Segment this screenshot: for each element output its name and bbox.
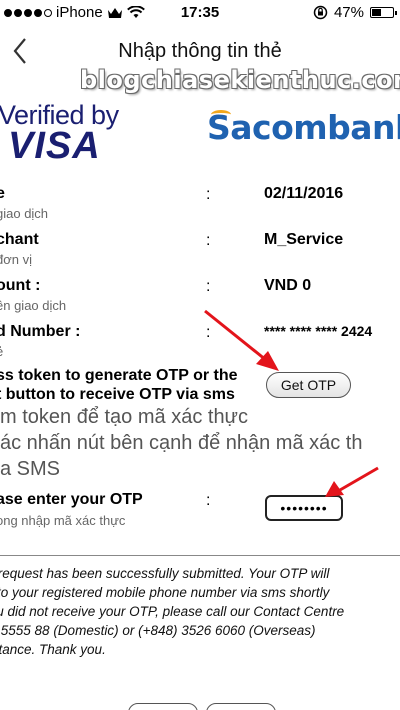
rotation-lock-icon: [313, 5, 328, 20]
status-right: 47%: [313, 4, 397, 21]
row-merchant-label: chant: [0, 231, 39, 248]
otp-prompt-vi-line1: m token để tạo mã xác thực: [0, 406, 248, 428]
message-line3: you did not receive your OTP, please cal…: [0, 604, 345, 619]
status-bar: iPhone 17:35 47%: [0, 0, 400, 26]
otp-prompt-vietnamese: m token để tạo mã xác thực ác nhấn nút b…: [0, 404, 363, 482]
message-line5: sistance. Thank you.: [0, 642, 106, 657]
otp-prompt-line2: t button to receive OTP via sms: [0, 386, 235, 403]
row-merchant-value: M_Service: [264, 231, 344, 248]
row-date-sublabel: giao dịch: [0, 206, 49, 221]
sacombank-logo: Sacombank: [207, 108, 400, 147]
otp-prompt-vi-line2: ác nhấn nút bên cạnh để nhận mã xác th: [0, 432, 363, 454]
battery-icon: [370, 7, 397, 18]
row-card-number-sublabel: ẻ: [0, 344, 3, 359]
row-amount-sublabel: ền giao dịch: [0, 298, 67, 313]
page-title: Nhập thông tin thẻ: [118, 40, 282, 62]
row-merchant-sublabel: đơn vị: [0, 252, 32, 267]
row-card-number-value: **** **** **** 2424: [264, 323, 373, 339]
divider: [0, 555, 400, 556]
row-card-number-label: d Number :: [0, 323, 81, 340]
battery-percent: 47%: [333, 4, 364, 21]
row-date-value: 02/11/2016: [264, 185, 344, 202]
message-line2: nt to your registered mobile phone numbe…: [0, 585, 330, 600]
row-amount-colon: :: [206, 278, 211, 295]
row-date-label: e: [0, 185, 5, 202]
row-date-colon: :: [206, 186, 211, 203]
otp-prompt-line1: ss token to generate OTP or the: [0, 367, 238, 384]
message-line1: ur request has been successfully submitt…: [0, 566, 330, 581]
arrow-to-get-otp-icon: [204, 309, 279, 371]
bottom-right-button[interactable]: [206, 703, 276, 710]
watermark: blogchiasekienthuc.com: [80, 66, 400, 94]
row-merchant-colon: :: [206, 232, 211, 249]
otp-prompt-vi-line3: a SMS: [0, 458, 61, 480]
row-card-number-colon: :: [206, 324, 211, 341]
otp-sent-message: ur request has been successfully submitt…: [0, 564, 400, 659]
enter-otp-colon: :: [206, 492, 211, 509]
message-line4: 00 5555 88 (Domestic) or (+848) 3526 606…: [0, 623, 316, 638]
row-amount-value: VND 0: [264, 277, 312, 294]
get-otp-button[interactable]: Get OTP: [266, 372, 351, 398]
verified-by-visa-logo: Verified by VISA: [0, 100, 119, 167]
otp-input[interactable]: ••••••••: [265, 495, 343, 521]
enter-otp-label: ase enter your OTP: [0, 491, 143, 508]
row-amount-label: ount :: [0, 277, 41, 294]
enter-otp-sublabel: ong nhập mã xác thực: [0, 513, 126, 528]
bottom-left-button[interactable]: [128, 703, 198, 710]
